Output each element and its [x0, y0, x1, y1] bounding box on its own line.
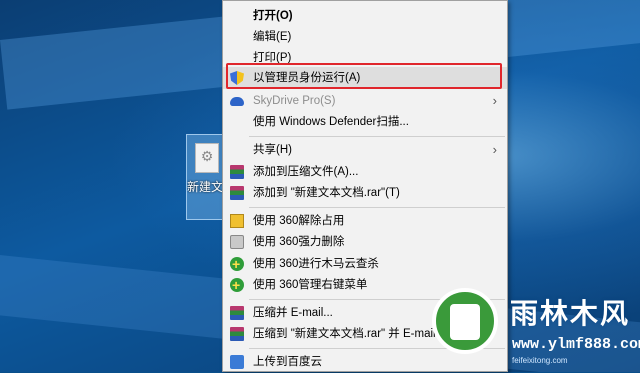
- menu-item-label: 使用 360强力删除: [253, 236, 345, 248]
- antivirus-360-icon: [230, 253, 244, 275]
- watermark-url-small: feifeixitong.com: [512, 356, 568, 365]
- gear-icon: ⚙: [200, 148, 214, 164]
- menu-item-edit[interactable]: 编辑(E): [223, 26, 507, 48]
- menu-separator: [249, 136, 505, 137]
- menu-item-label: 压缩并 E-mail...: [253, 307, 333, 319]
- menu-item-defender-scan[interactable]: 使用 Windows Defender扫描...: [223, 111, 507, 133]
- watermark: 雨林木风 www.ylmf888.com feifeixitong.com: [424, 282, 640, 372]
- menu-item-open[interactable]: 打开(O): [223, 5, 507, 27]
- baidu-cloud-icon: [230, 355, 244, 369]
- menu-item-label: 使用 Windows Defender扫描...: [253, 116, 409, 128]
- menu-item-label: 上传到百度云: [253, 356, 322, 368]
- menu-item-360-unlock[interactable]: 使用 360解除占用: [223, 210, 507, 232]
- winrar-icon: [230, 306, 244, 320]
- desktop-file-icon[interactable]: ⚙ 新建文档: [186, 134, 226, 220]
- watermark-logo-icon: [432, 288, 498, 354]
- menu-item-label: 使用 360管理右键菜单: [253, 279, 368, 291]
- unlock-360-icon: [230, 214, 244, 228]
- winrar-icon: [230, 327, 244, 341]
- desktop-file-label: 新建文档: [187, 180, 225, 194]
- menu-separator: [249, 207, 505, 208]
- chevron-right-icon: ›: [492, 93, 497, 108]
- menu-item-label: SkyDrive Pro(S): [253, 95, 336, 107]
- menu-item-label: 编辑(E): [253, 31, 292, 43]
- menu-item-skydrive-pro[interactable]: SkyDrive Pro(S) ›: [223, 90, 507, 112]
- menu-item-360-trojan-scan[interactable]: 使用 360进行木马云查杀: [223, 253, 507, 275]
- watermark-title: 雨林木风: [510, 298, 631, 329]
- menu-item-add-to-rar[interactable]: 添加到 "新建文本文档.rar"(T): [223, 182, 507, 204]
- menu-item-label: 使用 360进行木马云查杀: [253, 258, 379, 270]
- menu-item-label: 添加到压缩文件(A)...: [253, 166, 359, 178]
- antivirus-360-icon: [230, 274, 244, 296]
- shredder-360-icon: [230, 235, 244, 249]
- menu-item-label: 添加到 "新建文本文档.rar"(T): [253, 187, 400, 199]
- chevron-right-icon: ›: [492, 142, 497, 157]
- menu-item-label: 压缩到 "新建文本文档.rar" 并 E-mail: [253, 328, 436, 340]
- annotation-highlight-box: [226, 63, 502, 89]
- watermark-logo-mark: [450, 304, 480, 340]
- menu-item-share[interactable]: 共享(H) ›: [223, 139, 507, 161]
- menu-item-label: 使用 360解除占用: [253, 215, 345, 227]
- cloud-icon: [230, 97, 244, 106]
- menu-item-label: 共享(H): [253, 144, 292, 156]
- menu-item-360-force-delete[interactable]: 使用 360强力删除: [223, 231, 507, 253]
- menu-item-label: 打开(O): [253, 10, 293, 22]
- winrar-icon: [230, 165, 244, 179]
- winrar-icon: [230, 186, 244, 200]
- document-icon: ⚙: [195, 143, 219, 173]
- watermark-url: www.ylmf888.com: [512, 336, 640, 353]
- menu-item-add-to-archive[interactable]: 添加到压缩文件(A)...: [223, 161, 507, 183]
